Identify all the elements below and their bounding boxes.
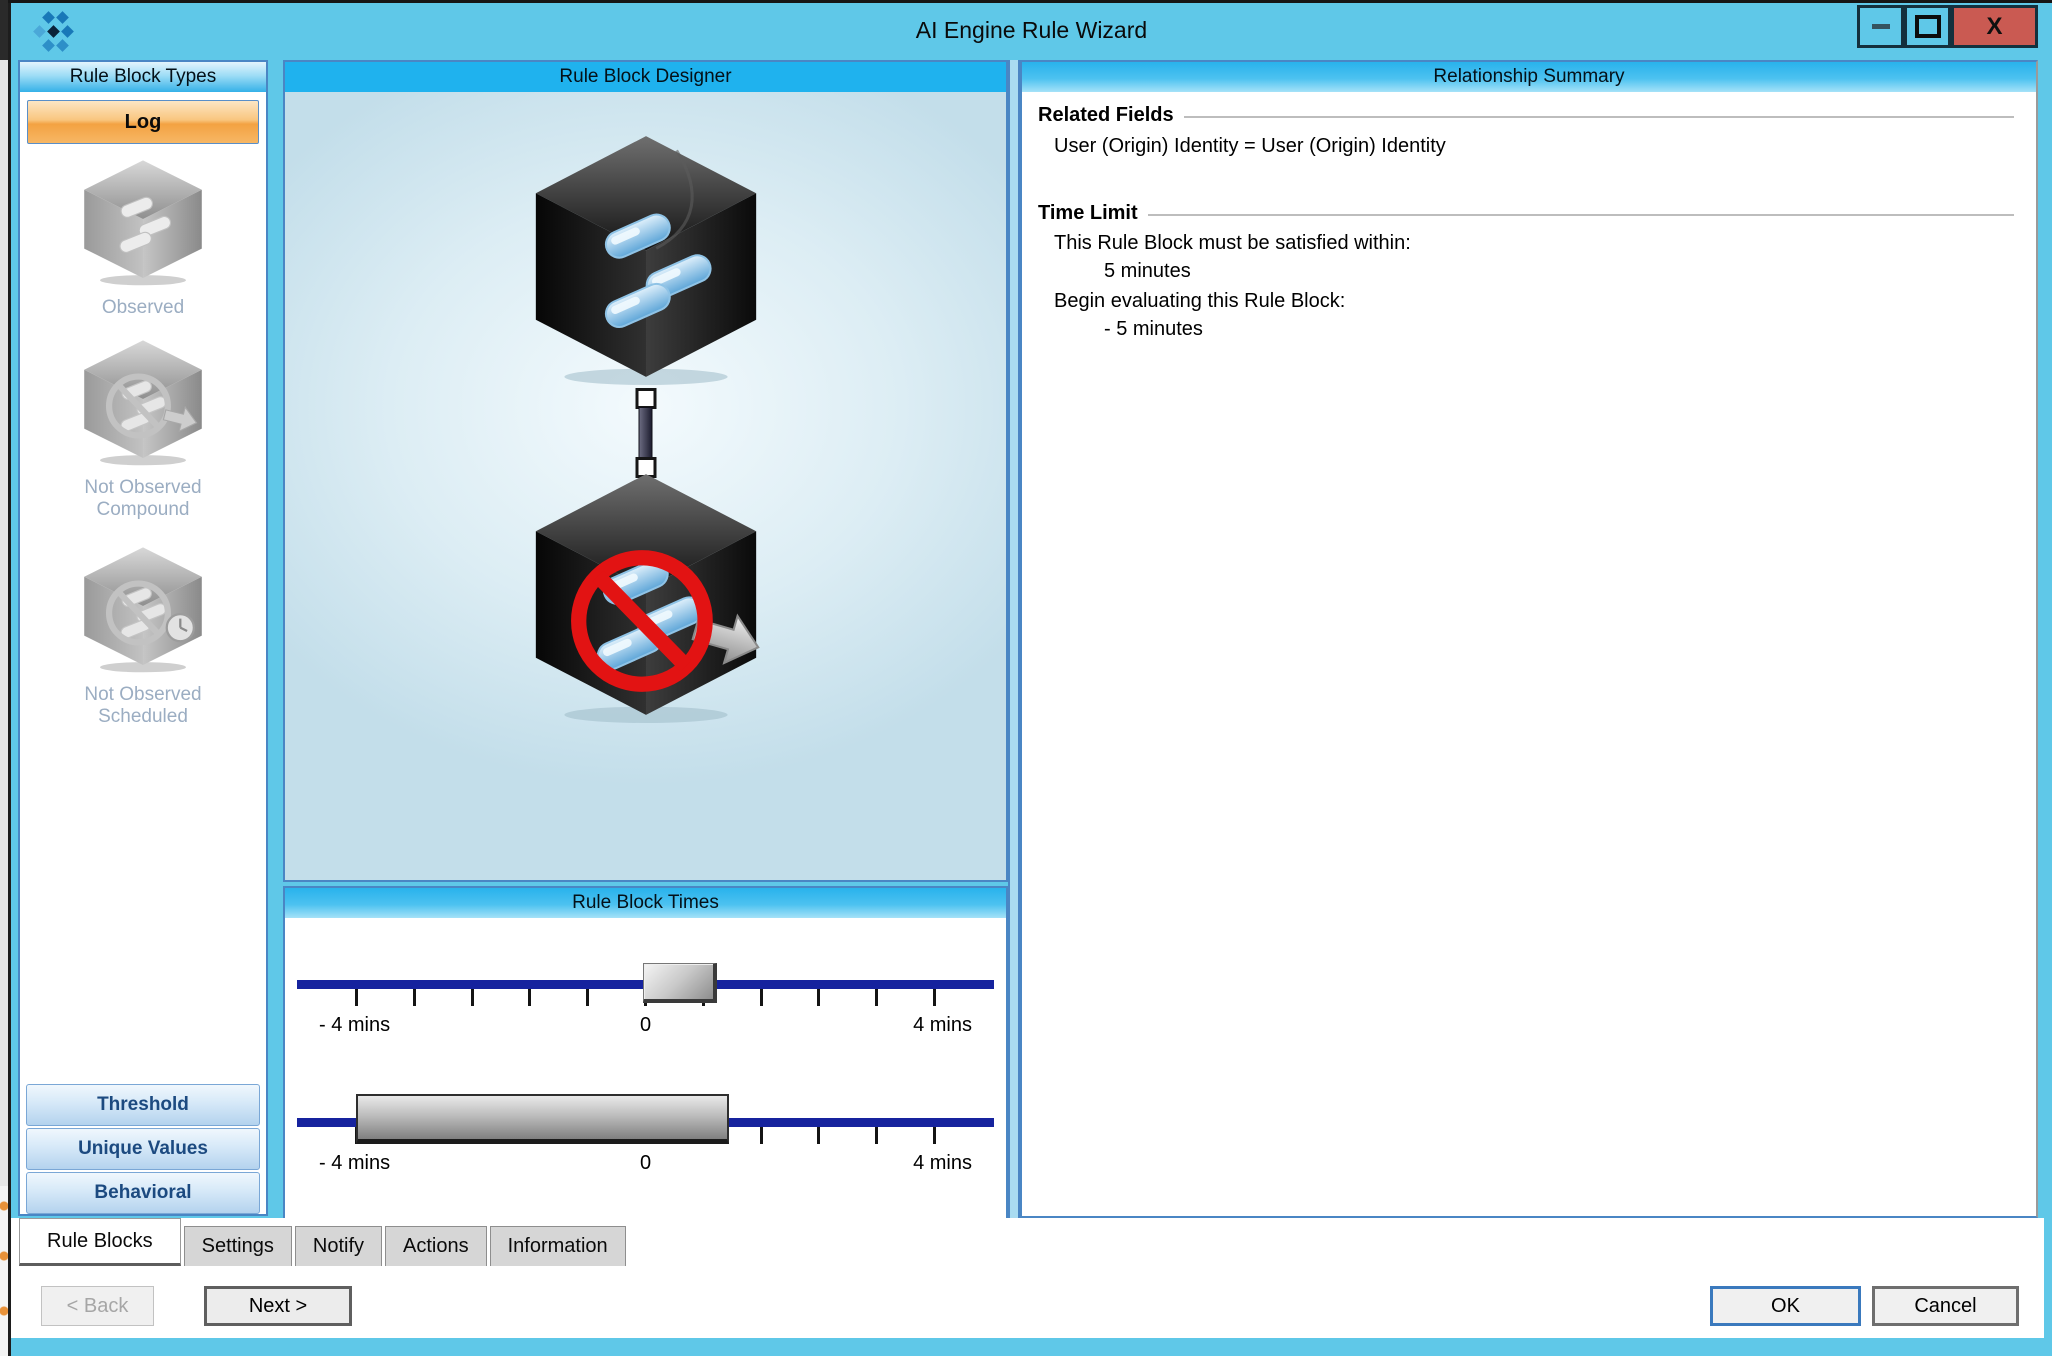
tab-information[interactable]: Information xyxy=(490,1226,626,1266)
background-window-edge xyxy=(0,0,8,1356)
connector-top-handle[interactable] xyxy=(635,388,656,409)
unique-values-category-button[interactable]: Unique Values xyxy=(26,1128,260,1170)
heading-rule-line xyxy=(1148,214,2014,216)
rule-block-times-body: - 4 mins 0 4 mins - 4 mins 0 4 mins xyxy=(285,918,1006,1230)
time-range-slider: - 4 mins 0 4 mins xyxy=(297,1086,994,1206)
observed-cube-icon xyxy=(68,157,218,287)
rule-block-times-header: Rule Block Times xyxy=(285,888,1006,918)
tab-notify[interactable]: Notify xyxy=(295,1226,382,1266)
minimize-button[interactable] xyxy=(1857,5,1904,48)
rule-block-designer-panel: Rule Block Designer xyxy=(283,60,1008,882)
rule-type-observed[interactable]: Observed xyxy=(20,157,266,319)
begin-evaluating-value: - 5 minutes xyxy=(1104,318,2014,341)
log-not-observed-block-icon xyxy=(521,468,771,723)
begin-evaluating-label: Begin evaluating this Rule Block: xyxy=(1054,290,2014,313)
tab-actions[interactable]: Actions xyxy=(385,1226,487,1266)
time-limit-heading: Time Limit xyxy=(1038,202,2014,225)
minimize-icon xyxy=(1872,24,1890,29)
rule-block-types-header: Rule Block Types xyxy=(20,62,266,94)
rule-type-not-observed-scheduled[interactable]: Not Observed Scheduled xyxy=(20,544,266,728)
panel-splitter[interactable] xyxy=(1008,60,1020,1232)
close-icon: X xyxy=(1986,13,2002,41)
rule-block-designer-header: Rule Block Designer xyxy=(285,62,1006,92)
log-observed-block[interactable] xyxy=(521,130,771,390)
ai-engine-rule-wizard-window: { "window": { "title": "AI Engine Rule W… xyxy=(0,0,2052,1356)
threshold-category-button[interactable]: Threshold xyxy=(26,1084,260,1126)
ok-button[interactable]: OK xyxy=(1710,1286,1861,1326)
bottom-bar: Rule Blocks Settings Notify Actions Info… xyxy=(11,1218,2044,1338)
slider-max-label: 4 mins xyxy=(913,1014,972,1037)
rule-block-times-panel: Rule Block Times - 4 mins 0 4 mins - 4 m… xyxy=(283,886,1008,1232)
related-fields-heading: Related Fields xyxy=(1038,104,2014,127)
designer-canvas[interactable] xyxy=(285,92,1006,880)
tab-settings[interactable]: Settings xyxy=(184,1226,292,1266)
satisfied-within-value: 5 minutes xyxy=(1104,260,2014,283)
related-fields-value: User (Origin) Identity = User (Origin) I… xyxy=(1054,135,2014,158)
slider-labels: - 4 mins 0 4 mins xyxy=(297,1152,994,1180)
rule-block-types-panel: Rule Block Types Log Observed xyxy=(18,60,268,1216)
wizard-tabs: Rule Blocks Settings Notify Actions Info… xyxy=(19,1218,629,1266)
slider-max-label: 4 mins xyxy=(913,1152,972,1175)
satisfied-within-label: This Rule Block must be satisfied within… xyxy=(1054,232,2014,255)
block-connector[interactable] xyxy=(635,388,656,478)
slider-labels: - 4 mins 0 4 mins xyxy=(297,1014,994,1042)
slider-zero-label: 0 xyxy=(640,1014,651,1037)
log-not-observed-block[interactable] xyxy=(521,468,771,728)
relationship-summary-body: Related Fields User (Origin) Identity = … xyxy=(1022,92,2036,341)
title-bar[interactable]: AI Engine Rule Wizard xyxy=(11,3,2052,58)
rule-type-not-observed-compound-label: Not Observed Compound xyxy=(53,477,233,521)
window-controls: X xyxy=(1857,5,2038,48)
log-observed-block-icon xyxy=(521,130,771,385)
clock-icon xyxy=(167,614,194,641)
maximize-icon xyxy=(1915,15,1941,38)
back-button[interactable]: < Back xyxy=(41,1286,154,1326)
maximize-button[interactable] xyxy=(1904,5,1951,48)
rule-type-observed-label: Observed xyxy=(53,297,233,319)
not-observed-scheduled-cube-icon xyxy=(68,544,218,674)
window-title: AI Engine Rule Wizard xyxy=(916,17,1147,44)
relationship-summary-panel: Relationship Summary Related Fields User… xyxy=(1020,60,2038,1218)
heading-rule-line xyxy=(1184,116,2014,118)
window-left-border xyxy=(8,0,11,1356)
slider-zero-label: 0 xyxy=(640,1152,651,1175)
slider-min-label: - 4 mins xyxy=(319,1014,390,1037)
range-bar-handle[interactable] xyxy=(356,1094,729,1144)
next-button[interactable]: Next > xyxy=(204,1286,352,1326)
relationship-summary-header: Relationship Summary xyxy=(1022,62,2036,92)
rule-type-not-observed-scheduled-label: Not Observed Scheduled xyxy=(53,684,233,728)
behavioral-category-button[interactable]: Behavioral xyxy=(26,1172,260,1214)
slider-min-label: - 4 mins xyxy=(319,1152,390,1175)
connector-bar xyxy=(639,407,653,459)
tab-rule-blocks[interactable]: Rule Blocks xyxy=(19,1218,181,1266)
cancel-button[interactable]: Cancel xyxy=(1872,1286,2019,1326)
not-observed-compound-cube-icon xyxy=(68,337,218,467)
slider-handle[interactable] xyxy=(643,963,717,1003)
log-category-button[interactable]: Log xyxy=(27,100,259,144)
app-logo-icon xyxy=(31,11,77,60)
close-button[interactable]: X xyxy=(1951,5,2038,48)
rule-type-not-observed-compound[interactable]: Not Observed Compound xyxy=(20,337,266,521)
evaluation-time-slider: - 4 mins 0 4 mins xyxy=(297,948,994,1068)
